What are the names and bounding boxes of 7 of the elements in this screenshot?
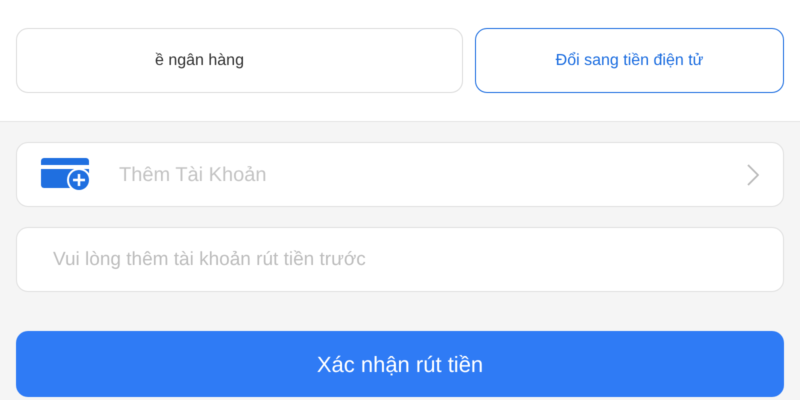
card-add-icon (41, 158, 91, 192)
tab[interactable]: ề ngân hàng (16, 28, 463, 93)
tab[interactable]: Đổi sang tiền điện tử (475, 28, 784, 93)
add-account-label: Thêm Tài Khoản (119, 162, 268, 188)
confirm-withdraw-button[interactable]: Xác nhận rút tiền (16, 331, 784, 397)
chevron-right-icon (747, 164, 759, 186)
account-input-field[interactable]: Vui lòng thêm tài khoản rút tiền trước (16, 227, 784, 292)
